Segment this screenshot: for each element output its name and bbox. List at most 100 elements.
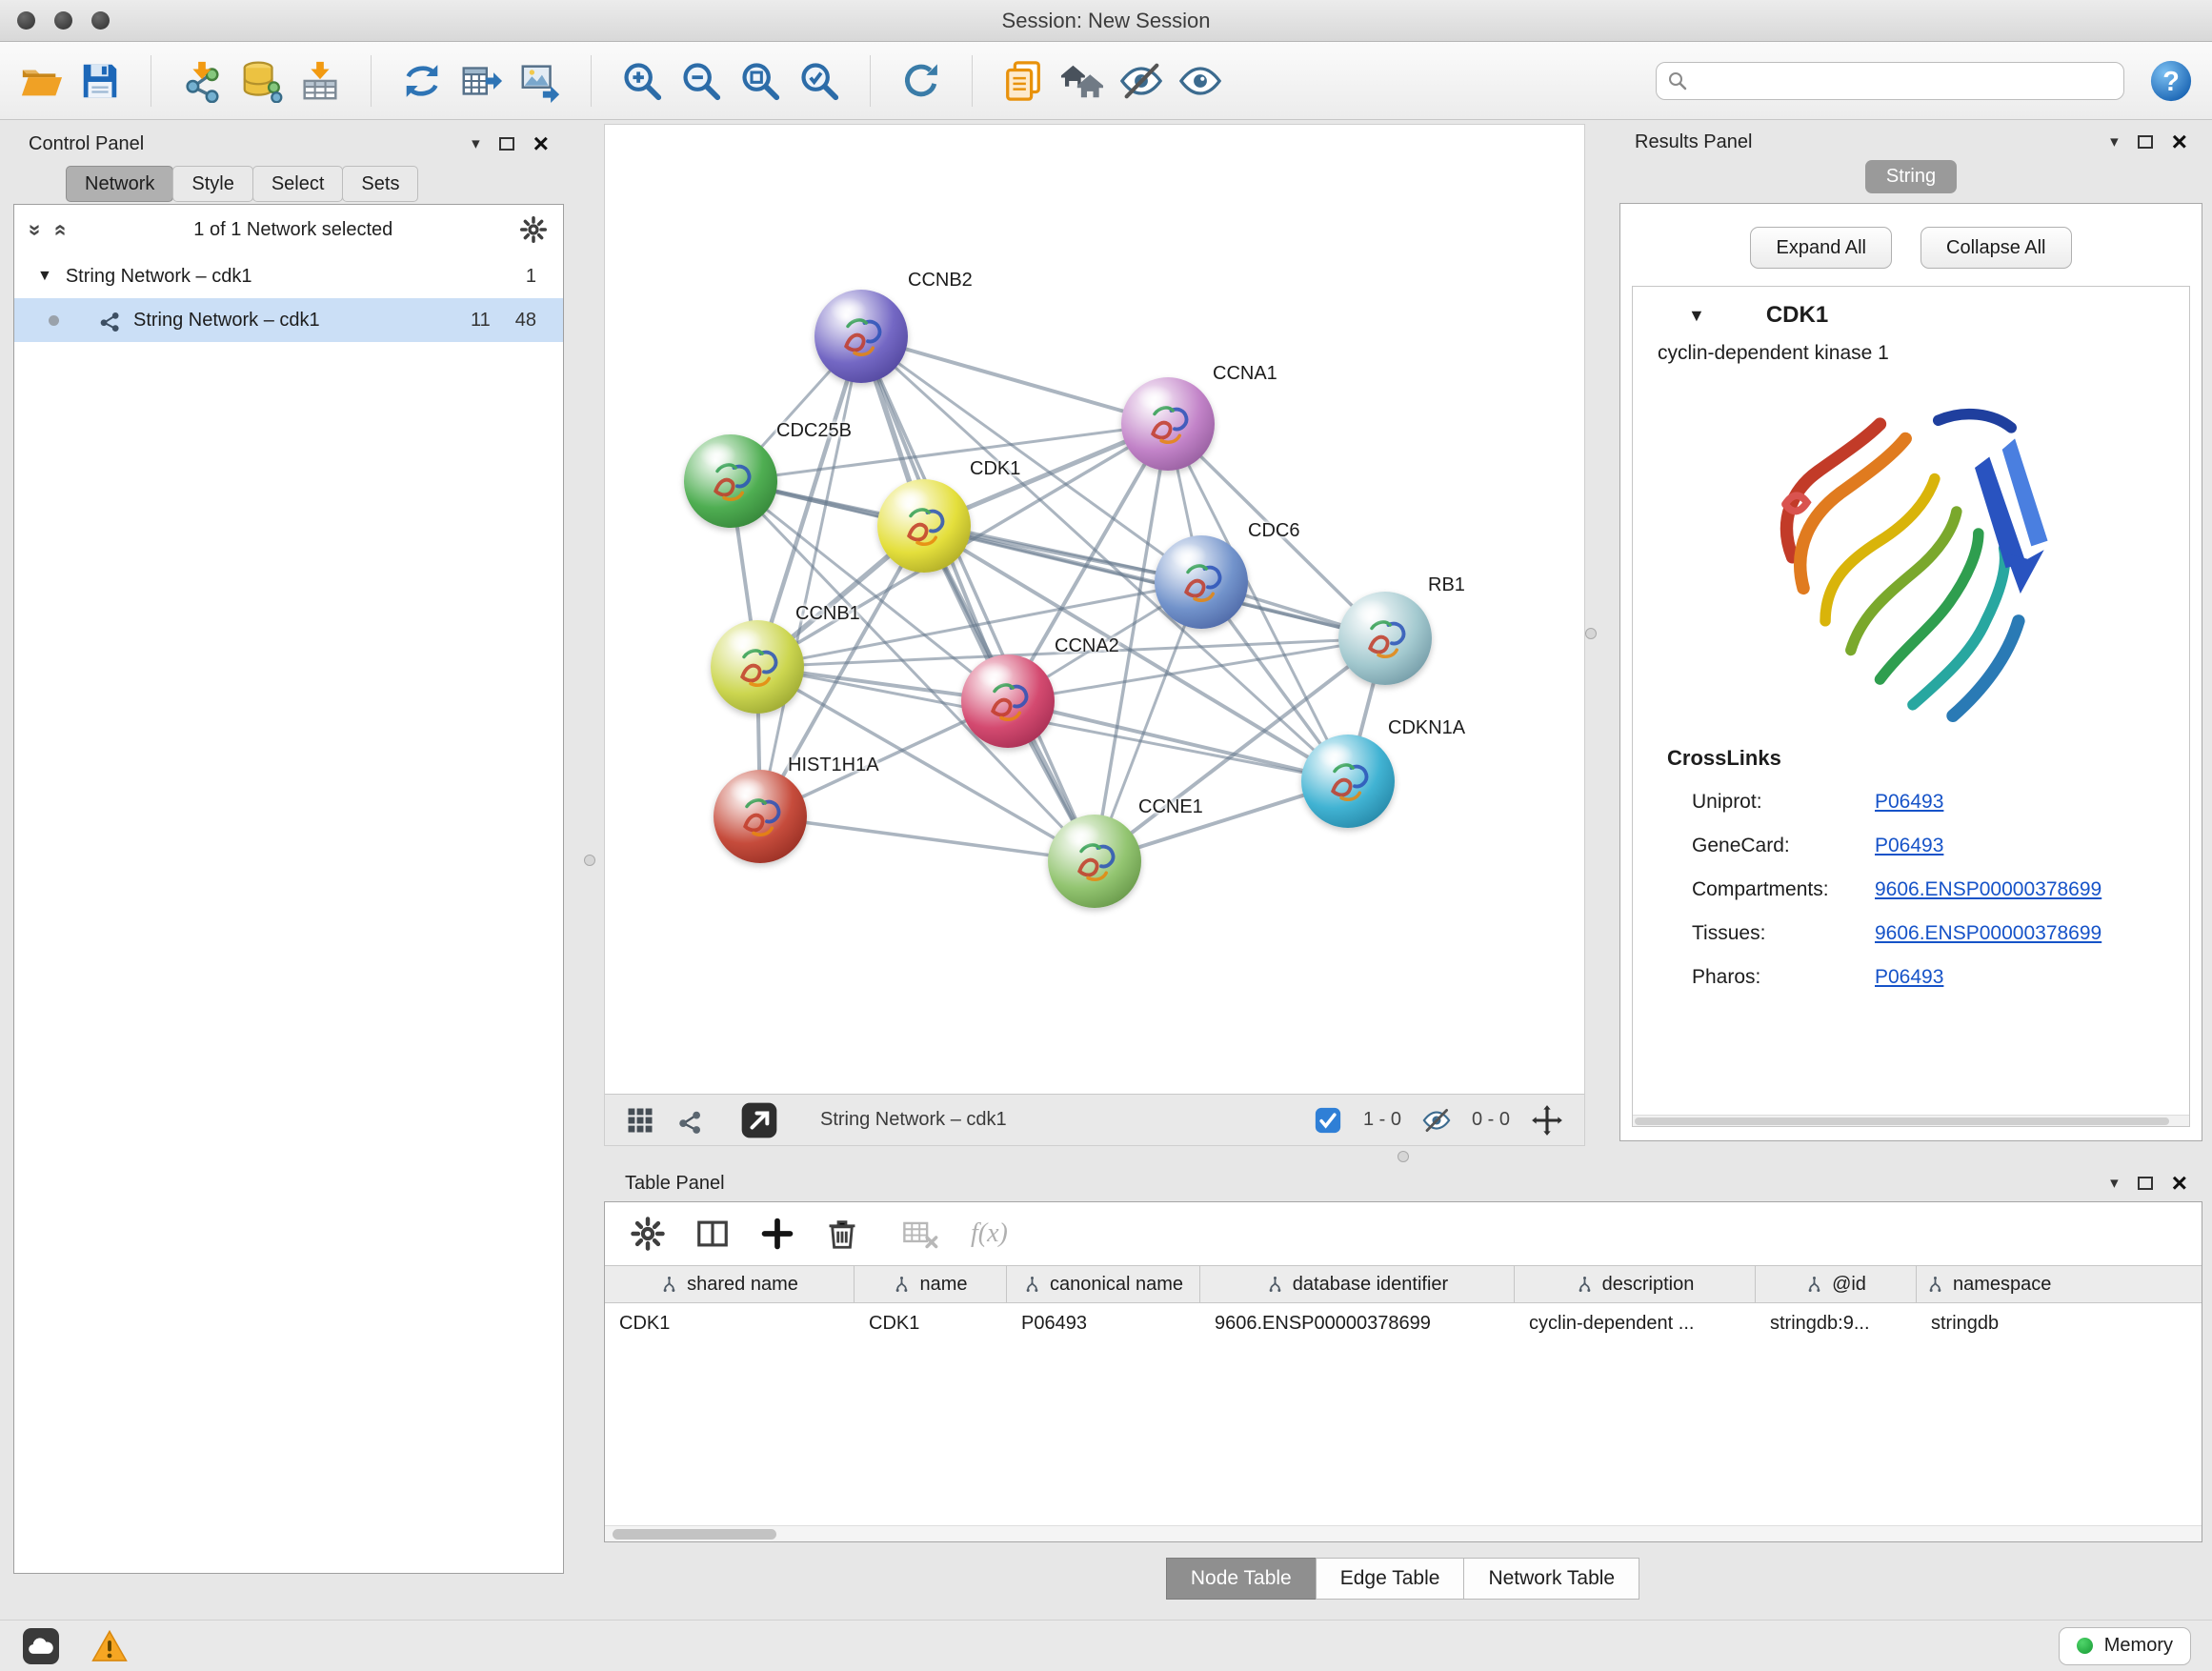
import-table-file-icon[interactable] bbox=[298, 59, 342, 103]
results-scrollbar-thumb[interactable] bbox=[1635, 1117, 2169, 1125]
zoom-selected-icon[interactable] bbox=[797, 59, 841, 103]
column-header-database-identifier[interactable]: database identifier bbox=[1200, 1266, 1515, 1302]
zoom-in-icon[interactable] bbox=[620, 59, 664, 103]
selected-checkbox-icon[interactable] bbox=[1314, 1106, 1342, 1135]
table-row[interactable]: CDK1CDK1P064939606.ENSP00000378699cyclin… bbox=[605, 1303, 2202, 1343]
minimize-window-button[interactable] bbox=[54, 11, 72, 30]
results-panel-float-icon[interactable] bbox=[2138, 135, 2153, 149]
export-image-icon[interactable] bbox=[518, 59, 562, 103]
tab-style[interactable]: Style bbox=[172, 166, 252, 202]
zoom-fit-content-icon[interactable] bbox=[738, 59, 782, 103]
protein-structure-image bbox=[1633, 367, 2189, 727]
import-network-file-icon[interactable] bbox=[180, 59, 224, 103]
control-panel-menu-icon[interactable]: ▾ bbox=[472, 134, 480, 153]
table-horizontal-scrollbar[interactable] bbox=[605, 1525, 2202, 1541]
crosslink-link[interactable]: P06493 bbox=[1875, 791, 1943, 814]
show-columns-icon[interactable] bbox=[694, 1216, 731, 1252]
table-panel-float-icon[interactable] bbox=[2138, 1177, 2153, 1190]
network-node-CCNB2[interactable] bbox=[814, 290, 908, 383]
crosslink-link[interactable]: P06493 bbox=[1875, 966, 1943, 989]
pan-crosshair-icon[interactable] bbox=[1531, 1104, 1563, 1137]
memory-status-dot bbox=[2077, 1638, 2093, 1654]
open-in-window-icon[interactable] bbox=[740, 1101, 778, 1139]
network-collection-row[interactable]: ▼ String Network – cdk1 1 bbox=[14, 254, 563, 298]
column-header-namespace[interactable]: namespace bbox=[1917, 1266, 2202, 1302]
expand-all-button[interactable]: Expand All bbox=[1750, 227, 1892, 269]
results-panel-title: Results Panel bbox=[1635, 131, 1752, 153]
network-options-gear-icon[interactable] bbox=[519, 215, 548, 244]
search-box[interactable] bbox=[1656, 62, 2124, 100]
column-header--id[interactable]: @id bbox=[1756, 1266, 1917, 1302]
vertical-splitter-left-handle[interactable] bbox=[584, 855, 595, 866]
network-node-CCNA2[interactable] bbox=[961, 654, 1055, 748]
ndex-home-icon[interactable] bbox=[1060, 59, 1104, 103]
protein-section-header[interactable]: ▼ CDK1 bbox=[1633, 287, 2189, 336]
zoom-out-icon[interactable] bbox=[679, 59, 723, 103]
table-settings-gear-icon[interactable] bbox=[630, 1216, 666, 1252]
cloud-sync-icon[interactable] bbox=[21, 1628, 61, 1664]
collapse-all-chevron-icon[interactable]: « bbox=[50, 224, 72, 236]
hidden-eye-slash-icon[interactable] bbox=[1422, 1106, 1451, 1135]
maximize-window-button[interactable] bbox=[91, 11, 110, 30]
crosslinks-title: CrossLinks bbox=[1633, 727, 2189, 780]
network-node-CDKN1A[interactable] bbox=[1301, 735, 1395, 828]
toolbar-icon-groups bbox=[19, 55, 1222, 107]
network-node-CDC25B[interactable] bbox=[684, 434, 777, 528]
crosslink-link[interactable]: P06493 bbox=[1875, 835, 1943, 857]
expand-all-chevron-icon[interactable]: » bbox=[25, 224, 47, 236]
control-panel-float-icon[interactable] bbox=[499, 137, 514, 151]
table-panel-close-icon[interactable]: × bbox=[2172, 1170, 2187, 1197]
network-row[interactable]: String Network – cdk1 11 48 bbox=[14, 298, 563, 342]
tab-network[interactable]: Network bbox=[66, 166, 173, 202]
delete-column-icon[interactable] bbox=[824, 1216, 860, 1252]
network-node-CCNA1[interactable] bbox=[1121, 377, 1215, 471]
warning-icon[interactable] bbox=[90, 1628, 130, 1664]
column-header-name[interactable]: name bbox=[855, 1266, 1007, 1302]
table-scrollbar-thumb[interactable] bbox=[613, 1529, 776, 1540]
results-scrollbar[interactable] bbox=[1633, 1115, 2189, 1126]
vertical-splitter-right-handle[interactable] bbox=[1585, 628, 1597, 639]
crosslink-link[interactable]: 9606.ENSP00000378699 bbox=[1875, 878, 2101, 901]
results-panel-close-icon[interactable]: × bbox=[2172, 129, 2187, 155]
horizontal-splitter-handle[interactable] bbox=[1398, 1151, 1409, 1162]
tab-sets[interactable]: Sets bbox=[342, 166, 418, 202]
add-column-icon[interactable] bbox=[759, 1216, 795, 1252]
help-icon[interactable]: ? bbox=[2149, 59, 2193, 103]
column-header-description[interactable]: description bbox=[1515, 1266, 1756, 1302]
network-node-CCNE1[interactable] bbox=[1048, 815, 1141, 908]
protein-section-caret-icon[interactable]: ▼ bbox=[1688, 306, 1705, 326]
tab-node-table[interactable]: Node Table bbox=[1166, 1558, 1317, 1600]
memory-button[interactable]: Memory bbox=[2059, 1627, 2191, 1665]
show-graphics-details-icon[interactable] bbox=[1178, 59, 1222, 103]
search-input[interactable] bbox=[1697, 70, 2114, 91]
results-panel-menu-icon[interactable]: ▾ bbox=[2110, 132, 2119, 151]
open-session-icon[interactable] bbox=[19, 59, 63, 103]
network-node-CCNB1[interactable] bbox=[711, 620, 804, 714]
export-network-icon[interactable] bbox=[459, 59, 503, 103]
save-session-icon[interactable] bbox=[78, 59, 122, 103]
hide-graphics-details-icon[interactable] bbox=[1119, 59, 1163, 103]
crosslink-link[interactable]: 9606.ENSP00000378699 bbox=[1875, 922, 2101, 945]
clone-network-icon[interactable] bbox=[400, 59, 444, 103]
grid-view-icon[interactable] bbox=[626, 1106, 654, 1135]
column-header-canonical-name[interactable]: canonical name bbox=[1007, 1266, 1200, 1302]
tab-string[interactable]: String bbox=[1865, 160, 1957, 193]
birdseye-network-icon[interactable] bbox=[675, 1106, 704, 1135]
network-snapshot-icon[interactable] bbox=[1001, 59, 1045, 103]
network-node-HIST1H1A[interactable] bbox=[714, 770, 807, 863]
column-header-shared-name[interactable]: shared name bbox=[605, 1266, 855, 1302]
tab-network-table[interactable]: Network Table bbox=[1463, 1558, 1639, 1600]
network-node-CDC6[interactable] bbox=[1155, 535, 1248, 629]
network-canvas[interactable]: CCNB2CCNA1CDC25BCDK1CDC6RB1CCNB1CCNA2CDK… bbox=[605, 125, 1584, 1094]
control-panel-close-icon[interactable]: × bbox=[533, 131, 549, 157]
tab-select[interactable]: Select bbox=[252, 166, 344, 202]
table-panel-menu-icon[interactable]: ▾ bbox=[2110, 1174, 2119, 1193]
network-node-RB1[interactable] bbox=[1338, 592, 1432, 685]
network-node-CDK1[interactable] bbox=[877, 479, 971, 573]
tab-edge-table[interactable]: Edge Table bbox=[1316, 1558, 1465, 1600]
collapse-all-button[interactable]: Collapse All bbox=[1920, 227, 2072, 269]
collection-caret-icon[interactable]: ▼ bbox=[37, 268, 52, 285]
close-window-button[interactable] bbox=[17, 11, 35, 30]
import-network-database-icon[interactable] bbox=[239, 59, 283, 103]
apply-layout-icon[interactable] bbox=[899, 59, 943, 103]
